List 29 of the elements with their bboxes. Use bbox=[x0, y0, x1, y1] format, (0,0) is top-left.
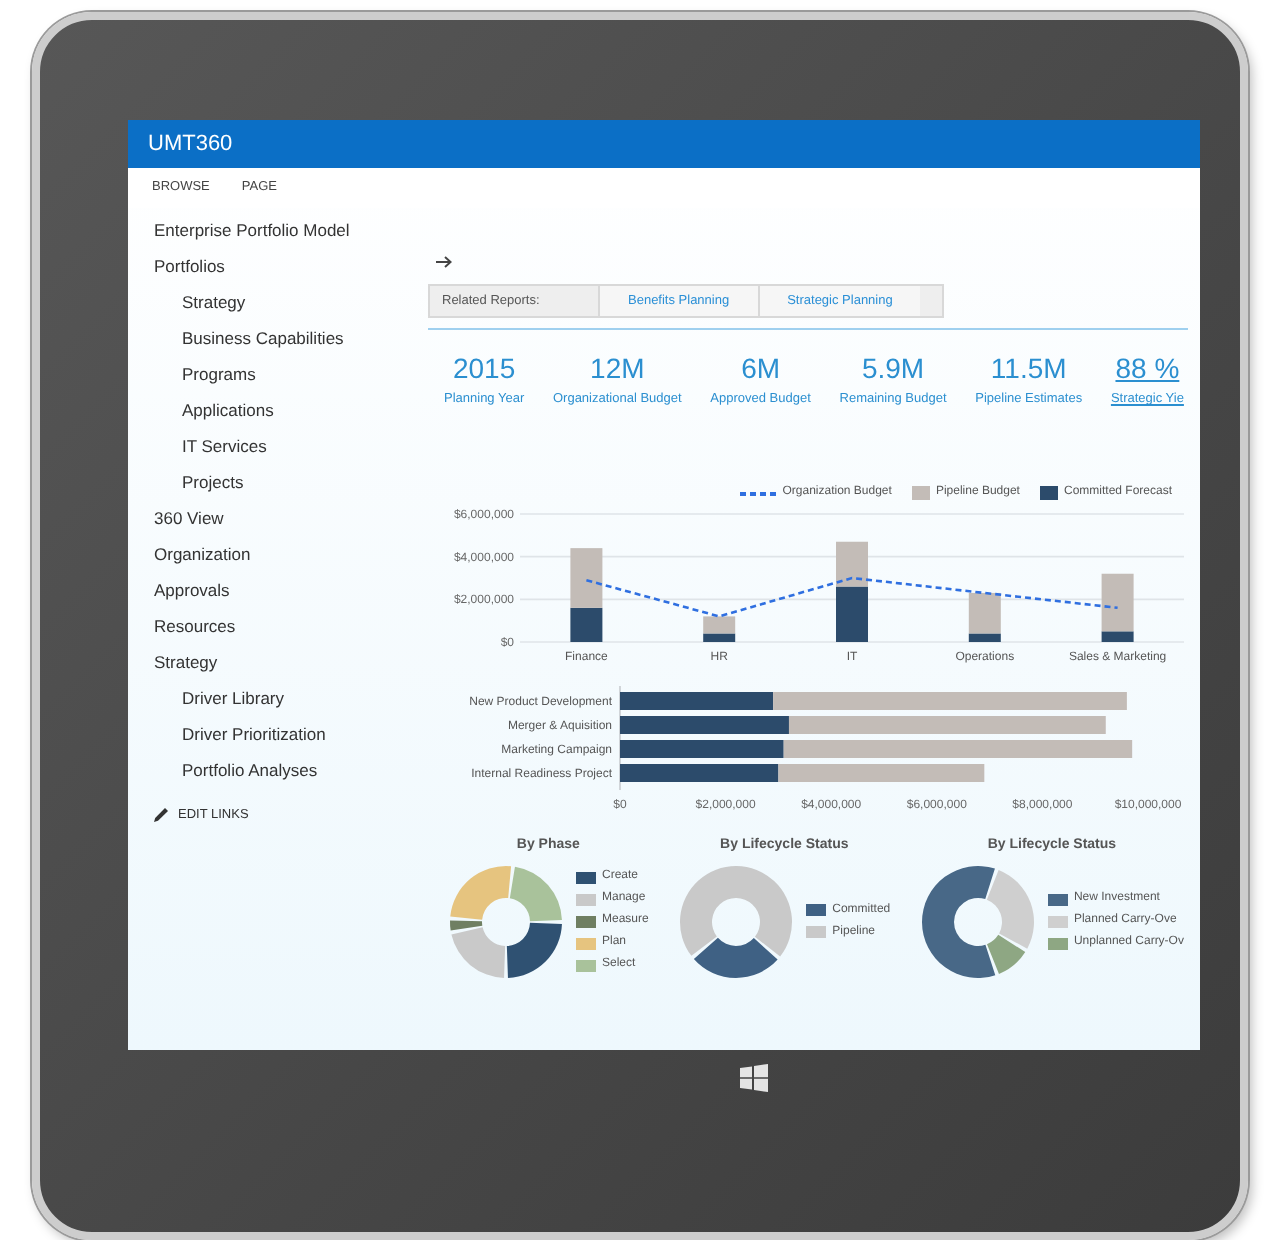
donut-slice bbox=[506, 922, 562, 978]
sidebar-item[interactable]: Driver Prioritization bbox=[182, 716, 326, 752]
kpi-value: 5.9M bbox=[861, 354, 925, 385]
sidebar-item[interactable]: Organization bbox=[154, 536, 251, 572]
kpi-value: 12M bbox=[590, 354, 645, 385]
sidebar-item[interactable]: IT Services bbox=[182, 428, 267, 464]
chart-bar bbox=[836, 542, 868, 587]
sidebar-item[interactable]: Resources bbox=[154, 608, 236, 644]
sidebar-item[interactable]: Driver Library bbox=[182, 680, 285, 716]
kpi-value: 6M bbox=[741, 354, 781, 385]
sidebar-item[interactable]: Strategy bbox=[154, 644, 218, 680]
sidebar-item[interactable]: Strategy bbox=[182, 284, 246, 320]
donut-slice bbox=[509, 866, 562, 921]
sidebar-item[interactable]: Enterprise Portfolio Model bbox=[154, 212, 350, 248]
kpi-value: 11.5M bbox=[990, 354, 1067, 385]
chart-bar bbox=[836, 586, 868, 643]
sidebar-item[interactable]: Business Capabilities bbox=[182, 320, 344, 356]
sidebar-item[interactable]: Programs bbox=[182, 356, 256, 392]
sidebar-item[interactable]: Applications bbox=[182, 392, 274, 428]
sidebar-item[interactable]: Approvals bbox=[154, 572, 230, 608]
kpi-value: 2015 bbox=[452, 354, 516, 385]
pencil-icon bbox=[154, 808, 168, 823]
sidebar-item[interactable]: Portfolio Analyses bbox=[182, 752, 318, 788]
logo-icon[interactable] bbox=[740, 1064, 768, 1092]
sidebar-item[interactable]: 360 View bbox=[154, 500, 224, 536]
sidebar-item[interactable]: Projects bbox=[182, 464, 244, 500]
arrow-icon bbox=[436, 256, 452, 268]
sidebar-item[interactable]: Portfolios bbox=[154, 248, 225, 284]
app-title: UMT360 bbox=[148, 129, 233, 160]
